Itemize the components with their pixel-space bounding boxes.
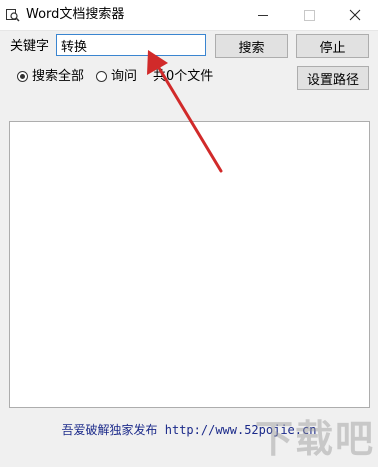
ask-label[interactable]: 询问 <box>111 69 137 85</box>
minimize-button[interactable] <box>240 0 286 30</box>
results-list[interactable] <box>9 121 370 408</box>
keyword-input[interactable] <box>56 34 206 56</box>
minimize-icon <box>258 14 268 16</box>
stop-button[interactable]: 停止 <box>296 34 369 58</box>
window-title: Word文档搜索器 <box>26 7 125 22</box>
search-all-radio[interactable] <box>17 71 28 82</box>
watermark-logo: 下载吧 <box>255 417 376 461</box>
file-count-label: 共0个文件 <box>153 69 214 84</box>
search-all-label[interactable]: 搜索全部 <box>32 69 84 85</box>
ask-radio[interactable] <box>96 71 107 82</box>
maximize-icon <box>303 9 315 21</box>
title-bar: Word文档搜索器 <box>0 0 378 31</box>
keyword-label: 关键字 <box>10 39 50 54</box>
search-button[interactable]: 搜索 <box>215 34 288 58</box>
close-icon <box>349 9 361 21</box>
app-magnifier-icon <box>6 9 20 22</box>
close-button[interactable] <box>332 0 378 30</box>
set-path-button[interactable]: 设置路径 <box>297 66 369 90</box>
maximize-button[interactable] <box>286 0 332 30</box>
